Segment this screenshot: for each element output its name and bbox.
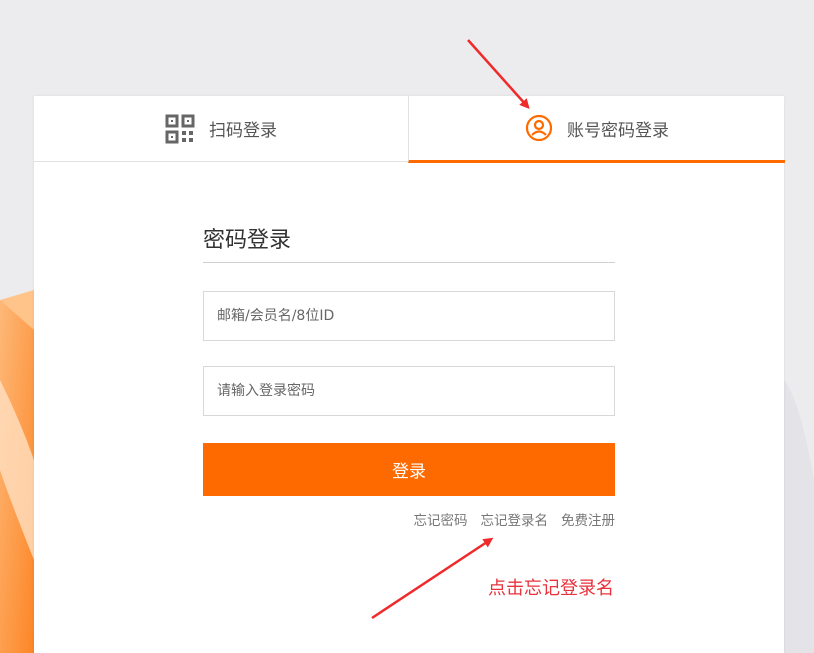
help-links: 忘记密码 忘记登录名 免费注册 [414, 509, 616, 529]
tab-account-label: 账号密码登录 [567, 120, 669, 141]
login-tabs: 扫码登录 账号密码登录 [34, 96, 785, 163]
login-button[interactable]: 登录 [203, 443, 615, 496]
form-title: 密码登录 [203, 229, 615, 263]
tab-account-login[interactable]: 账号密码登录 [408, 96, 785, 163]
register-link[interactable]: 免费注册 [561, 509, 615, 529]
user-circle-icon [525, 114, 553, 142]
login-card: 扫码登录 账号密码登录 密码登录 登录 忘记密码 忘记登录名 免费注册 [34, 96, 785, 653]
qr-code-icon [165, 114, 195, 144]
password-login-form: 密码登录 登录 忘记密码 忘记登录名 免费注册 [203, 229, 615, 529]
forgot-username-link[interactable]: 忘记登录名 [481, 509, 549, 529]
tab-qr-login[interactable]: 扫码登录 [34, 96, 408, 162]
username-input[interactable] [203, 291, 615, 341]
annotation-text: 点击忘记登录名 [488, 578, 614, 599]
forgot-password-link[interactable]: 忘记密码 [414, 509, 468, 529]
password-input[interactable] [203, 366, 615, 416]
tab-qr-label: 扫码登录 [209, 121, 277, 141]
